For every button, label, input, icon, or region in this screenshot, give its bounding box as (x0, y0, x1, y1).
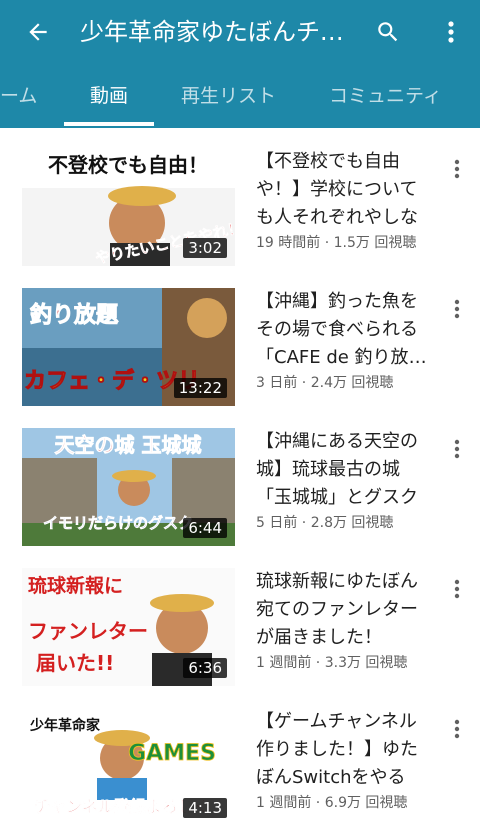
video-item[interactable]: 少年革命家 GAMES チャンネル登録よろしく 4:13 【ゲームチャンネル作り… (0, 688, 480, 828)
svg-text:釣り放題: 釣り放題 (30, 302, 119, 328)
channel-title: 少年革命家ゆたぼんチャンネル (80, 18, 350, 46)
video-title[interactable]: 【ゲームチャンネル作りました！】ゆたぼんSwitchをやる (256, 708, 434, 792)
svg-text:不登校でも自由！: 不登校でも自由！ (48, 153, 208, 177)
more-options-button[interactable] (434, 12, 468, 52)
search-button[interactable] (366, 12, 410, 52)
video-meta: 1 週間前 · 6.9万 回視聴 (256, 795, 408, 811)
video-more-button[interactable] (444, 434, 470, 464)
video-meta: 1 週間前 · 3.3万 回視聴 (256, 655, 408, 671)
back-button[interactable] (14, 14, 62, 50)
more-vert-icon (454, 299, 460, 319)
video-item[interactable]: 釣り放題 カフェ・デ・ツリ 13:22 【沖縄】釣った魚をその場で食べられる「C… (0, 268, 480, 408)
video-title[interactable]: 琉球新報にゆたぼん宛てのファンレターが届きました！ (256, 568, 434, 652)
video-duration: 3:02 (183, 238, 227, 258)
video-thumbnail[interactable]: 天空の城 玉城城 イモリだらけのグスク 6:44 (22, 428, 235, 546)
svg-text:GAMES: GAMES (128, 741, 216, 766)
video-item[interactable]: 不登校でも自由！ やりたいことをやれ！ 3:02 【不登校でも自由や！】学校につ… (0, 128, 480, 268)
video-thumbnail[interactable]: 琉球新報に ファンレター 届いた!! 6:36 (22, 568, 235, 686)
search-icon (378, 22, 398, 42)
svg-text:イモリだらけのグスク: イモリだらけのグスク (43, 514, 193, 532)
video-duration: 4:13 (183, 798, 227, 818)
active-tab-indicator (64, 122, 154, 126)
svg-text:届いた!!: 届いた!! (36, 651, 114, 675)
tab-community[interactable]: コミュニティ (329, 64, 442, 128)
video-title[interactable]: 【沖縄】釣った魚をその場で食べられる「CAFE de 釣り放題」 (256, 288, 434, 372)
more-vert-icon (448, 21, 454, 43)
video-thumbnail[interactable]: 釣り放題 カフェ・デ・ツリ 13:22 (22, 288, 235, 406)
video-duration: 6:36 (183, 658, 227, 678)
video-more-button[interactable] (444, 714, 470, 744)
svg-text:天空の城 玉城城: 天空の城 玉城城 (55, 433, 202, 457)
arrow-left-icon (29, 23, 47, 41)
svg-text:ファンレター: ファンレター (28, 619, 148, 643)
more-vert-icon (454, 719, 460, 739)
tab-videos[interactable]: 動画 (90, 64, 128, 128)
video-duration: 13:22 (173, 378, 227, 398)
video-meta: 19 時間前 · 1.5万 回視聴 (256, 235, 417, 251)
channel-tabs: ーム 動画 再生リスト コミュニティ (0, 64, 480, 128)
tab-home[interactable]: ーム (0, 64, 37, 128)
video-more-button[interactable] (444, 294, 470, 324)
video-duration: 6:44 (183, 518, 227, 538)
svg-text:琉球新報に: 琉球新報に (28, 574, 123, 597)
tab-playlists[interactable]: 再生リスト (181, 64, 276, 128)
more-vert-icon (454, 439, 460, 459)
video-list: 不登校でも自由！ やりたいことをやれ！ 3:02 【不登校でも自由や！】学校につ… (0, 128, 480, 837)
video-item[interactable]: 琉球新報に ファンレター 届いた!! 6:36 琉球新報にゆたぼん宛てのファンレ… (0, 548, 480, 688)
video-more-button[interactable] (444, 574, 470, 604)
video-title[interactable]: 【沖縄にある天空の城】琉球最古の城「玉城城」とグスク (256, 428, 434, 512)
more-vert-icon (454, 159, 460, 179)
app-bar: 少年革命家ゆたぼんチャンネル (0, 0, 480, 64)
video-thumbnail[interactable]: 少年革命家 GAMES チャンネル登録よろしく 4:13 (22, 708, 235, 826)
video-meta: 5 日前 · 2.8万 回視聴 (256, 515, 394, 531)
video-item[interactable]: 天空の城 玉城城 イモリだらけのグスク 6:44 【沖縄にある天空の城】琉球最古… (0, 408, 480, 548)
svg-text:少年革命家: 少年革命家 (29, 717, 101, 734)
video-meta: 3 日前 · 2.4万 回視聴 (256, 375, 394, 391)
more-vert-icon (454, 579, 460, 599)
video-more-button[interactable] (444, 154, 470, 184)
video-thumbnail[interactable]: 不登校でも自由！ やりたいことをやれ！ 3:02 (22, 148, 235, 266)
video-title[interactable]: 【不登校でも自由や！】学校についても人それぞれやしな (256, 148, 434, 232)
